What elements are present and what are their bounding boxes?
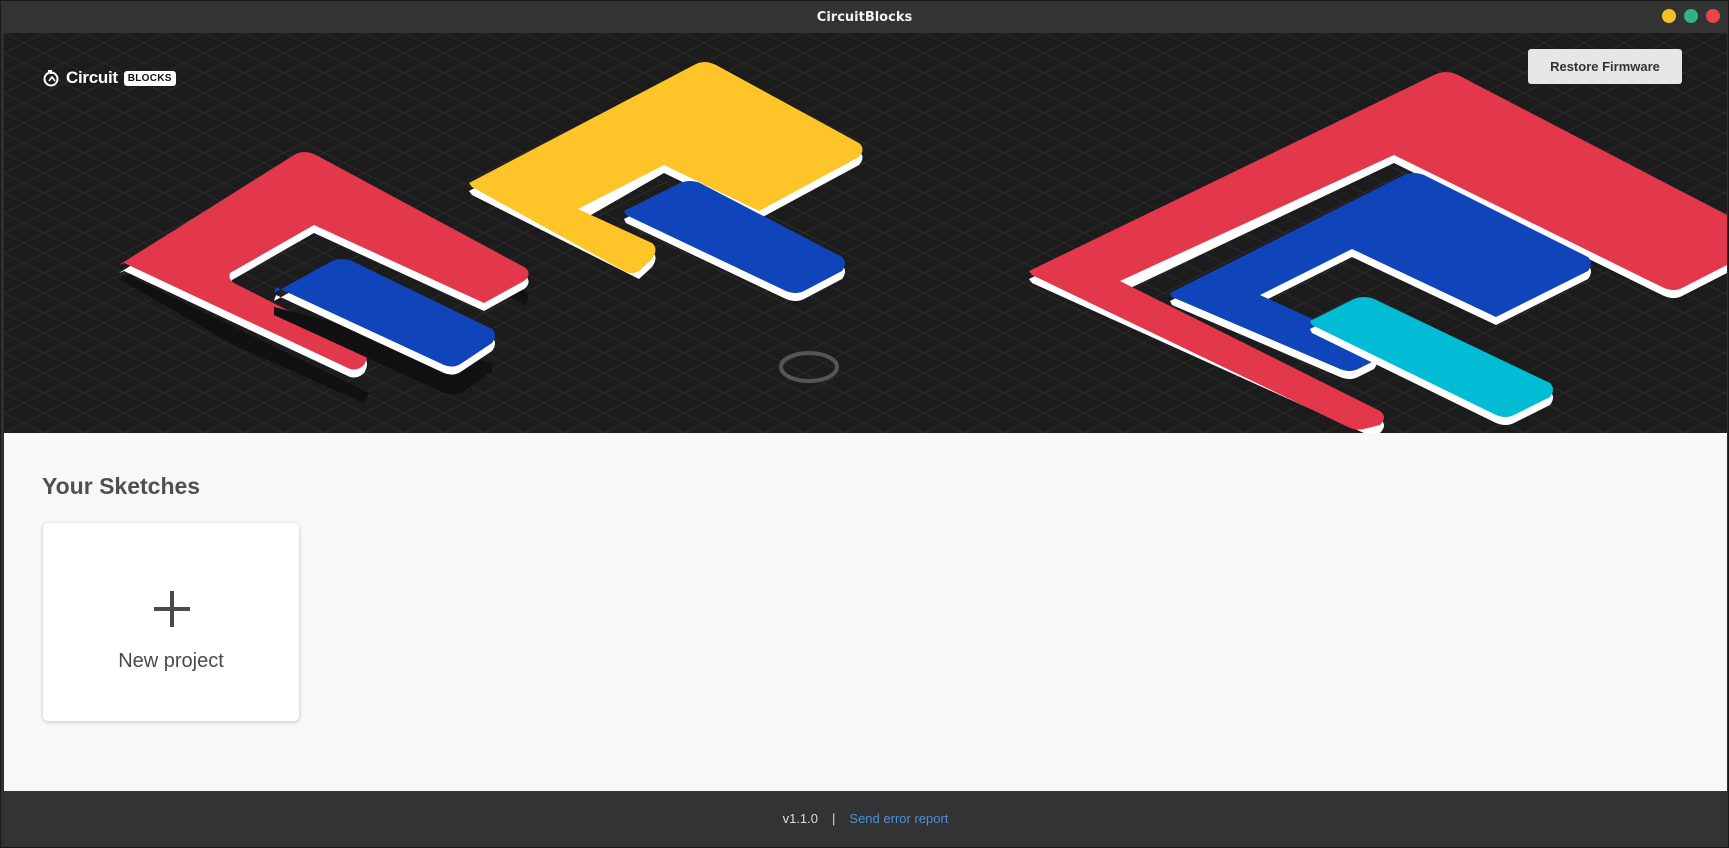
- section-title: Your Sketches: [42, 473, 201, 499]
- window-controls: [1662, 9, 1720, 23]
- logo-icon: [43, 70, 59, 87]
- plus-icon: [154, 591, 190, 627]
- close-button[interactable]: [1706, 9, 1720, 23]
- hero-illustration: [4, 33, 1727, 433]
- version-label: v1.1.0: [782, 811, 819, 826]
- new-project-label: New project: [118, 650, 224, 672]
- logo-badge: BLOCKS: [123, 70, 176, 86]
- maximize-button[interactable]: [1684, 9, 1698, 23]
- title-bar[interactable]: CircuitBlocks: [1, 1, 1728, 33]
- window-title: CircuitBlocks: [816, 9, 913, 25]
- sketches-section: Your Sketches New project: [4, 433, 1727, 791]
- send-error-report-link[interactable]: Send error report: [849, 811, 948, 826]
- logo-wordmark: Circuit: [66, 68, 118, 87]
- hero-banner: Circuit BLOCKS Restore Firmware: [4, 33, 1727, 433]
- footer-separator: |: [832, 811, 836, 826]
- circuitblocks-logo: Circuit BLOCKS: [42, 68, 176, 88]
- new-project-card[interactable]: New project: [43, 523, 299, 721]
- footer-bar: v1.1.0 | Send error report: [4, 791, 1727, 846]
- restore-firmware-button[interactable]: Restore Firmware: [1528, 49, 1682, 84]
- minimize-button[interactable]: [1662, 9, 1676, 23]
- app-window: CircuitBlocks Circuit BLOCKS Restore Fir…: [0, 0, 1729, 848]
